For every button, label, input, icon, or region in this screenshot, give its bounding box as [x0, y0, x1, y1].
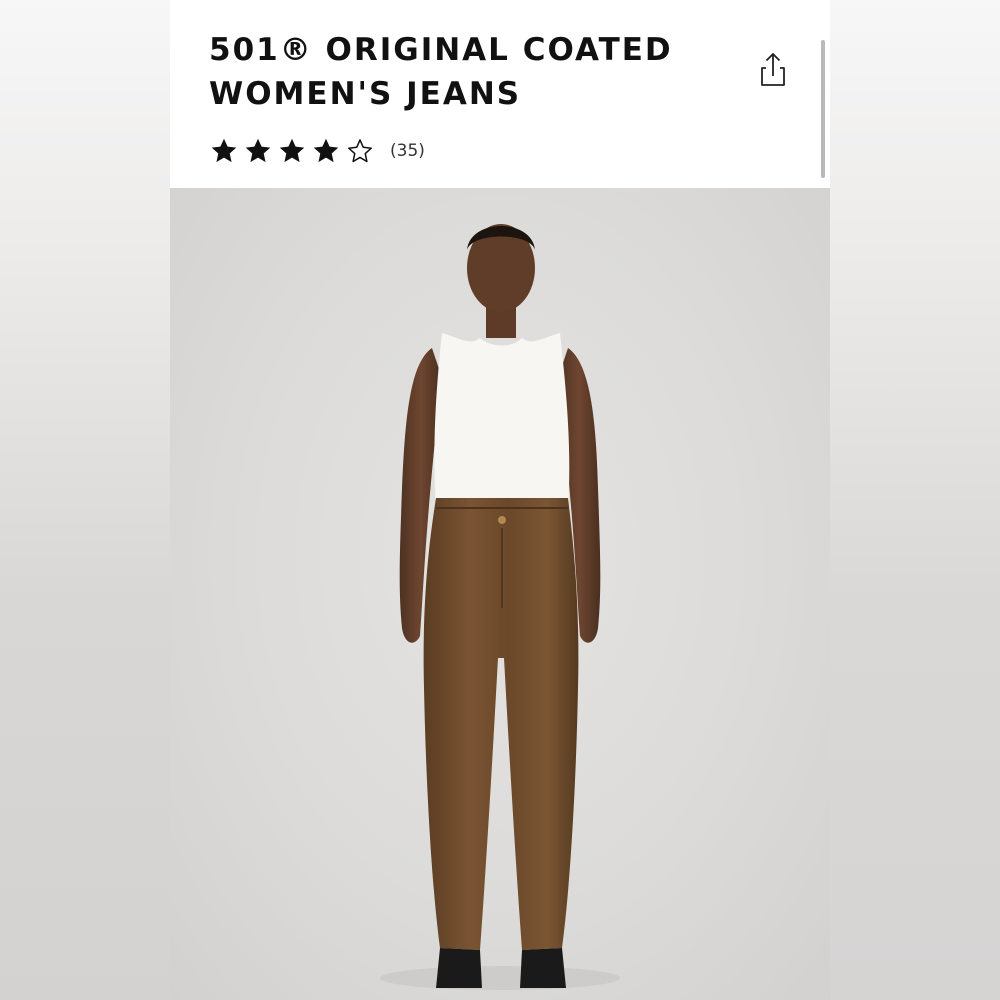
star-filled-icon	[279, 138, 305, 163]
right-blurred-backdrop	[830, 0, 1000, 1000]
product-page: 501® ORIGINAL COATED WOMEN'S JEANS (35)	[170, 0, 830, 1000]
star-filled-icon	[313, 138, 339, 163]
star-filled-icon	[245, 138, 271, 163]
review-count[interactable]: (35)	[390, 141, 425, 161]
product-title: 501® ORIGINAL COATED WOMEN'S JEANS	[209, 28, 749, 116]
star-outline-icon	[348, 139, 372, 163]
model-illustration	[380, 224, 620, 990]
product-title-line2: WOMEN'S JEANS	[209, 76, 522, 112]
product-title-line1: 501® ORIGINAL COATED	[209, 32, 673, 68]
share-icon	[761, 53, 785, 86]
scrollbar[interactable]	[821, 40, 825, 178]
share-button[interactable]	[758, 50, 788, 90]
product-header: 501® ORIGINAL COATED WOMEN'S JEANS (35)	[170, 0, 830, 188]
rating[interactable]: (35)	[210, 134, 425, 168]
left-blurred-backdrop	[0, 0, 170, 1000]
star-filled-icon	[211, 138, 237, 163]
product-image[interactable]	[170, 188, 830, 1000]
